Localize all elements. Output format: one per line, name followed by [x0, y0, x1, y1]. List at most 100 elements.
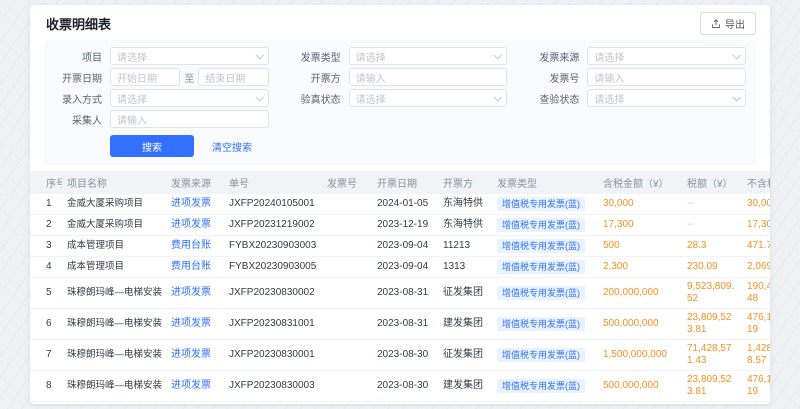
table-header-row: 序号项目名称发票来源单号发票号开票日期开票方发票类型含税金额（¥）税额（¥）不含…: [30, 171, 770, 194]
invoice-type-badge: 增值税专用发票(蓝): [497, 286, 585, 300]
export-button-label: 导出: [725, 16, 745, 31]
invoice-source-select[interactable]: 请选择: [587, 47, 746, 65]
cell-net: 1,428,571,428.57: [742, 340, 770, 371]
chevron-down-icon: [494, 51, 502, 59]
cell-source[interactable]: 进项发票: [166, 340, 224, 371]
cell-invoice_no: [322, 309, 372, 340]
chevron-down-icon: [732, 51, 740, 59]
invoice-type-badge: 增值税专用发票(蓝): [497, 348, 585, 362]
filter-collector: 采集人请输入: [44, 110, 269, 128]
input-placeholder: 请输入: [356, 70, 386, 85]
cell-source[interactable]: 进项发票: [166, 194, 224, 215]
select-placeholder: 请选择: [594, 91, 624, 106]
cell-source[interactable]: 费用台账: [166, 236, 224, 257]
collector-input[interactable]: 请输入: [110, 110, 269, 128]
cell-project: 珠穆朗玛峰—电梯安装: [62, 309, 166, 340]
invoice-detail-card: 收票明细表 导出 项目请选择发票类型请选择发票来源请选择开票日期开始日期至结束日…: [30, 5, 770, 404]
cell-project: 珠穆朗玛峰—电梯安装: [62, 340, 166, 371]
cell-issuer: 东海特供: [438, 194, 492, 215]
cell-source[interactable]: 进项发票: [166, 215, 224, 236]
invoice-date-start-input[interactable]: 开始日期: [110, 68, 180, 86]
cell-seq: 8: [30, 371, 62, 402]
invoice-type-badge: 增值税专用发票(蓝): [497, 379, 585, 393]
invoice-type-badge: 增值税专用发票(蓝): [497, 197, 585, 211]
cell-type: 增值税专用发票(蓝): [492, 257, 598, 278]
cell-project: 成本管理项目: [62, 257, 166, 278]
cell-order_no: JXFP20240105001: [224, 194, 322, 215]
select-placeholder: 请选择: [117, 91, 147, 106]
cell-source[interactable]: 费用台账: [166, 257, 224, 278]
filter-label-issuer: 开票方: [283, 70, 341, 85]
cell-net: 476,190,476.19: [742, 309, 770, 340]
cell-invoice_no: [322, 371, 372, 402]
table-row: 8珠穆朗玛峰—电梯安装进项发票JXFP202308300032023-08-30…: [30, 371, 770, 402]
chevron-down-icon: [732, 93, 740, 101]
date-range-separator: 至: [184, 70, 194, 85]
select-placeholder: 请选择: [356, 91, 386, 106]
cell-source[interactable]: 进项发票: [166, 278, 224, 309]
cell-project: 金威大厦采购项目: [62, 215, 166, 236]
cell-order_no: JXFP20230830001: [224, 340, 322, 371]
issuer-input[interactable]: 请输入: [349, 68, 508, 86]
cell-tax: 9,523,809.52: [682, 278, 742, 309]
invoice-type-badge: 增值税专用发票(蓝): [497, 260, 585, 274]
column-header-project: 项目名称: [62, 171, 166, 194]
column-header-net: 不含税金额（¥）: [742, 171, 770, 194]
filter-actions: 搜索 清空搜索: [110, 135, 746, 157]
cell-issuer: 建发集团: [438, 371, 492, 402]
select-placeholder: 请选择: [356, 49, 386, 64]
filter-entry-method: 录入方式请选择: [44, 89, 269, 107]
cell-source[interactable]: 进项发票: [166, 309, 224, 340]
page-title: 收票明细表: [46, 14, 111, 33]
input-placeholder: 请输入: [594, 70, 624, 85]
invoice-no-input[interactable]: 请输入: [587, 68, 746, 86]
cell-invoice_no: [322, 194, 372, 215]
cell-tax: 23,809,523.81: [682, 371, 742, 402]
clear-search-button[interactable]: 清空搜索: [206, 139, 258, 154]
cell-date: 2023-08-31: [372, 309, 438, 340]
invoice-type-select[interactable]: 请选择: [349, 47, 508, 65]
cell-amount: 17,300: [598, 215, 682, 236]
invoice-table: 序号项目名称发票来源单号发票号开票日期开票方发票类型含税金额（¥）税额（¥）不含…: [30, 171, 770, 402]
filter-label-collector: 采集人: [44, 112, 102, 127]
cell-amount: 30,000: [598, 194, 682, 215]
invoice-date-end-input[interactable]: 结束日期: [198, 68, 268, 86]
verify-status-select[interactable]: 请选择: [349, 89, 508, 107]
filter-label-entry-method: 录入方式: [44, 91, 102, 106]
cell-issuer: 11213: [438, 236, 492, 257]
card-header: 收票明细表 导出: [30, 5, 770, 40]
project-select[interactable]: 请选择: [110, 47, 269, 65]
filter-invoice-source: 发票来源请选择: [521, 47, 746, 65]
filter-label-invoice-source: 发票来源: [521, 49, 579, 64]
cell-date: 2024-01-05: [372, 194, 438, 215]
cell-issuer: 征发集团: [438, 278, 492, 309]
filter-label-project: 项目: [44, 49, 102, 64]
search-button[interactable]: 搜索: [110, 135, 194, 157]
cell-source[interactable]: 进项发票: [166, 371, 224, 402]
cell-amount: 500,000,000: [598, 309, 682, 340]
cell-type: 增值税专用发票(蓝): [492, 236, 598, 257]
select-placeholder: 请选择: [594, 49, 624, 64]
entry-method-select[interactable]: 请选择: [110, 89, 269, 107]
cell-issuer: 东海特供: [438, 215, 492, 236]
cell-seq: 5: [30, 278, 62, 309]
cell-date: 2023-08-30: [372, 340, 438, 371]
filter-project: 项目请选择: [44, 47, 269, 65]
filter-invoice-no: 发票号请输入: [521, 68, 746, 86]
cell-date: 2023-09-04: [372, 257, 438, 278]
cell-order_no: FYBX20230903005: [224, 257, 322, 278]
invoice-type-badge: 增值税专用发票(蓝): [497, 218, 585, 232]
cell-order_no: FYBX20230903003: [224, 236, 322, 257]
cell-project: 金威大厦采购项目: [62, 194, 166, 215]
check-status-select[interactable]: 请选择: [587, 89, 746, 107]
cell-date: 2023-09-04: [372, 236, 438, 257]
cell-tax: --: [682, 194, 742, 215]
column-header-seq: 序号: [30, 171, 62, 194]
export-button[interactable]: 导出: [700, 12, 756, 35]
cell-invoice_no: [322, 257, 372, 278]
filter-label-verify-status: 验真状态: [283, 91, 341, 106]
cell-invoice_no: [322, 278, 372, 309]
filter-issuer: 开票方请输入: [283, 68, 508, 86]
cell-date: 2023-08-30: [372, 371, 438, 402]
filter-check-status: 查验状态请选择: [521, 89, 746, 107]
